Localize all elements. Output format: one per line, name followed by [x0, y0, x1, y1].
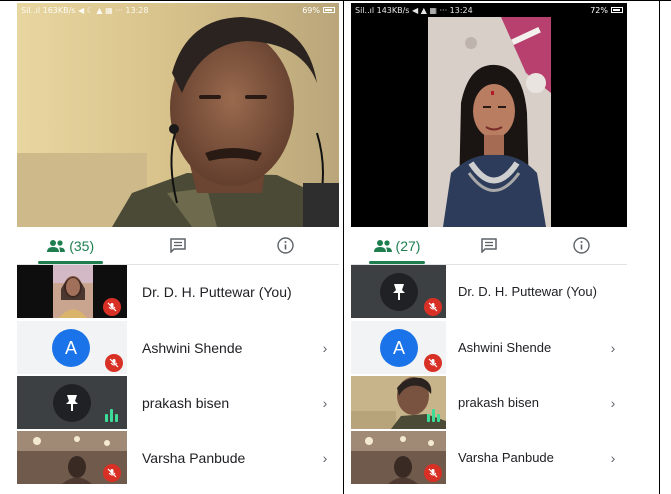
avatar: A — [380, 329, 418, 367]
tab-people[interactable]: (35) — [17, 227, 124, 264]
left-phone-screen: Sil..ıl 163KB/s ◀ ☾ ▲ ▦ ··· 13:28 69% (3… — [17, 3, 339, 491]
main-video-feed[interactable]: Sil..ıl 163KB/s ◀ ☾ ▲ ▦ ··· 13:28 69% — [17, 3, 339, 227]
chevron-right-icon: › — [322, 449, 328, 466]
participant-row[interactable]: Dr. D. H. Puttewar (You) — [351, 265, 627, 318]
participant-row[interactable]: prakash bisen › — [351, 376, 627, 429]
mic-off-icon — [424, 464, 442, 482]
status-bar: Sil..ıl 163KB/s ◀ ☾ ▲ ▦ ··· 13:28 69% — [17, 3, 339, 17]
participant-thumbnail — [17, 376, 127, 429]
speaking-icon — [105, 409, 118, 422]
participant-row[interactable]: Varsha Panbude › — [17, 431, 339, 484]
frame-divider — [343, 0, 344, 494]
participant-row[interactable]: Dr. D. H. Puttewar (You) — [17, 265, 339, 318]
participant-name: Varsha Panbude — [458, 450, 554, 465]
frame-top-line — [0, 0, 671, 1]
participant-row[interactable]: A Ashwini Shende › — [351, 321, 627, 374]
screenshot-sheet: Sil..ıl 163KB/s ◀ ☾ ▲ ▦ ··· 13:28 69% (3… — [0, 0, 671, 494]
participant-name: Dr. D. H. Puttewar (You) — [458, 284, 597, 299]
participant-row[interactable]: A Ashwini Shende › — [17, 321, 339, 374]
battery-icon — [611, 7, 623, 13]
participant-name: prakash bisen — [142, 394, 230, 411]
tab-info[interactable] — [535, 227, 627, 264]
chevron-right-icon: › — [610, 449, 616, 466]
participant-thumbnail — [351, 376, 446, 429]
status-left-text: Sil..ıl 163KB/s ◀ ☾ ▲ ▦ ··· 13:28 — [21, 5, 149, 15]
participant-name: Ashwini Shende — [142, 339, 243, 356]
participant-thumbnail — [17, 431, 127, 484]
avatar: A — [52, 329, 90, 367]
chevron-right-icon: › — [610, 339, 616, 356]
tab-chat[interactable] — [443, 227, 535, 264]
status-left-text: Sil..ıl 143KB/s ◀ ▲ ▦ ··· 13:24 — [355, 5, 473, 15]
battery-percent: 69% — [302, 5, 320, 15]
chat-icon — [481, 238, 497, 253]
info-icon — [277, 237, 294, 254]
right-phone-screen: Sil..ıl 143KB/s ◀ ▲ ▦ ··· 13:24 72% (27) — [351, 3, 627, 491]
mic-off-icon — [424, 298, 442, 316]
pin-icon — [53, 384, 91, 422]
participant-thumbnail — [351, 265, 446, 318]
chevron-right-icon: › — [322, 394, 328, 411]
participant-name: Varsha Panbude — [142, 449, 246, 466]
participant-row[interactable]: prakash bisen › — [17, 376, 339, 429]
participant-thumbnail: A — [351, 321, 446, 374]
participant-row[interactable]: Varsha Panbude › — [351, 431, 627, 484]
video-frame-man — [17, 3, 339, 227]
tab-chat[interactable] — [124, 227, 231, 264]
battery-percent: 72% — [590, 5, 608, 15]
mic-off-icon — [424, 354, 442, 372]
participant-name: Ashwini Shende — [458, 340, 552, 355]
participant-thumbnail — [351, 431, 446, 484]
tab-bar: (35) — [17, 227, 339, 265]
people-count: (35) — [69, 237, 95, 254]
participant-thumbnail — [17, 265, 127, 318]
tab-people[interactable]: (27) — [351, 227, 443, 264]
participant-name: Dr. D. H. Puttewar (You) — [142, 283, 292, 300]
people-count: (27) — [395, 237, 421, 254]
mic-off-icon — [103, 464, 121, 482]
video-frame-woman — [351, 3, 627, 227]
participant-thumbnail: A — [17, 321, 127, 374]
frame-right-line — [659, 0, 660, 494]
mic-off-icon — [105, 354, 123, 372]
speaking-icon — [427, 409, 440, 422]
battery-icon — [323, 7, 335, 13]
chevron-right-icon: › — [322, 339, 328, 356]
main-video-feed[interactable]: Sil..ıl 143KB/s ◀ ▲ ▦ ··· 13:24 72% — [351, 3, 627, 227]
tab-info[interactable] — [232, 227, 339, 264]
participant-name: prakash bisen — [458, 395, 539, 410]
info-icon — [572, 237, 590, 254]
tab-bar: (27) — [351, 227, 627, 265]
chat-icon — [170, 238, 186, 253]
mic-off-icon — [103, 298, 121, 316]
pin-icon — [380, 273, 418, 311]
chevron-right-icon: › — [610, 394, 616, 411]
status-bar: Sil..ıl 143KB/s ◀ ▲ ▦ ··· 13:24 72% — [351, 3, 627, 17]
people-icon — [47, 239, 66, 252]
people-icon — [373, 239, 392, 252]
